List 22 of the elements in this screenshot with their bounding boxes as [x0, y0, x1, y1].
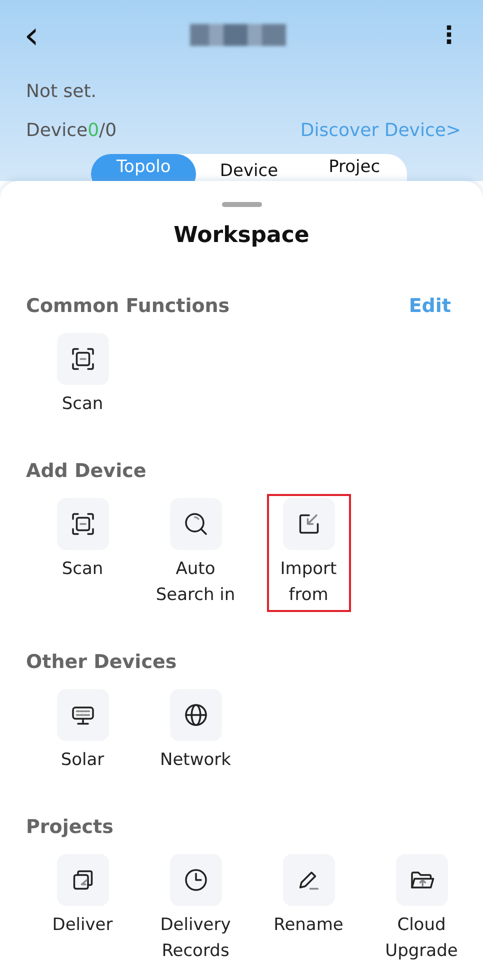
- tab[interactable]: Device: [196, 154, 302, 181]
- function-tile[interactable]: Scan: [40, 494, 124, 612]
- section-title: Add Device: [26, 460, 146, 482]
- function-tile[interactable]: Rename: [266, 850, 350, 968]
- drag-handle[interactable]: [222, 202, 262, 207]
- more-button[interactable]: ⋮: [436, 21, 461, 49]
- status-text: Not set.: [26, 80, 98, 104]
- section-title: Projects: [26, 816, 114, 838]
- function-tile[interactable]: Delivery Records: [154, 850, 238, 968]
- tab[interactable]: Projec: [302, 154, 407, 181]
- sheet-title: Workspace: [172, 223, 310, 250]
- back-button[interactable]: ‹: [24, 16, 40, 54]
- device-count: Device0/0: [26, 120, 117, 140]
- function-tile[interactable]: Import from: [266, 494, 350, 612]
- function-tile[interactable]: Auto Search in: [154, 494, 238, 612]
- function-tile[interactable]: Scan: [40, 329, 124, 421]
- function-tile[interactable]: Network: [154, 685, 238, 777]
- function-tile[interactable]: Solar: [40, 685, 124, 777]
- section-title: Other Devices: [26, 651, 177, 673]
- function-tile[interactable]: Deliver: [40, 850, 124, 968]
- function-tile[interactable]: Cloud Upgrade: [380, 850, 464, 968]
- section-title: Common Functions: [26, 295, 230, 317]
